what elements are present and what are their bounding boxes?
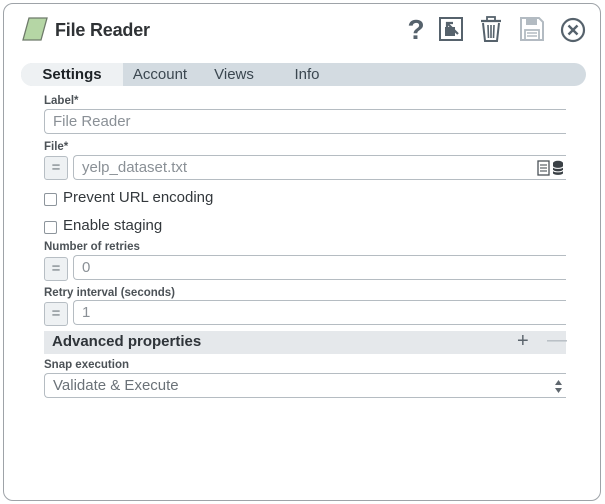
close-icon[interactable]: [558, 14, 588, 44]
retry-interval-field-label: Retry interval (seconds): [44, 287, 176, 299]
snap-parallelogram-icon: [22, 17, 48, 41]
title-bar: File Reader ?: [4, 4, 600, 60]
label-input[interactable]: File Reader: [44, 109, 566, 134]
prevent-url-encoding-label: Prevent URL encoding: [63, 189, 214, 206]
file-input[interactable]: yelp_dataset.txt: [73, 155, 566, 180]
file-expression-toggle[interactable]: =: [44, 156, 68, 180]
add-property-icon[interactable]: +: [517, 330, 529, 353]
svg-text:?: ?: [407, 14, 424, 44]
select-arrows-icon: [554, 378, 563, 401]
enable-staging-option[interactable]: Enable staging: [44, 217, 204, 237]
delete-icon[interactable]: [476, 14, 506, 44]
label-field-label: Label*: [44, 95, 79, 107]
dialog-title: File Reader: [55, 20, 150, 40]
tab-info[interactable]: Info: [285, 63, 329, 86]
advanced-properties-header[interactable]: Advanced properties + —: [44, 329, 567, 354]
retry-interval-expression-toggle[interactable]: =: [44, 302, 68, 326]
retries-field-label: Number of retries: [44, 241, 140, 253]
retries-input[interactable]: 0: [73, 255, 566, 280]
save-icon[interactable]: [517, 14, 547, 44]
snap-execution-value: Validate & Execute: [53, 377, 179, 394]
retries-expression-toggle[interactable]: =: [44, 257, 68, 281]
snap-execution-field-label: Snap execution: [44, 359, 129, 371]
enable-staging-checkbox[interactable]: [44, 221, 57, 234]
tab-settings[interactable]: Settings: [21, 63, 123, 86]
prevent-url-encoding-checkbox[interactable]: [44, 193, 57, 206]
advanced-properties-title: Advanced properties: [52, 333, 202, 350]
file-field-label: File*: [44, 141, 69, 153]
browse-file-icon[interactable]: [537, 160, 550, 183]
tab-account[interactable]: Account: [125, 63, 195, 86]
prevent-url-encoding-option[interactable]: Prevent URL encoding: [44, 189, 244, 209]
snap-execution-select[interactable]: Validate & Execute: [44, 373, 566, 398]
file-reader-dialog: File Reader ? Settings Account Views Inf…: [3, 3, 601, 501]
export-icon[interactable]: [436, 14, 466, 44]
remove-property-icon[interactable]: —: [547, 329, 567, 352]
enable-staging-label: Enable staging: [63, 217, 163, 234]
help-icon[interactable]: ?: [401, 14, 431, 44]
file-input-value: yelp_dataset.txt: [82, 159, 188, 176]
database-icon[interactable]: [552, 160, 564, 183]
retry-interval-input[interactable]: 1: [73, 300, 566, 325]
tab-bar: Settings Account Views Info: [21, 63, 586, 86]
tab-views[interactable]: Views: [207, 63, 261, 86]
